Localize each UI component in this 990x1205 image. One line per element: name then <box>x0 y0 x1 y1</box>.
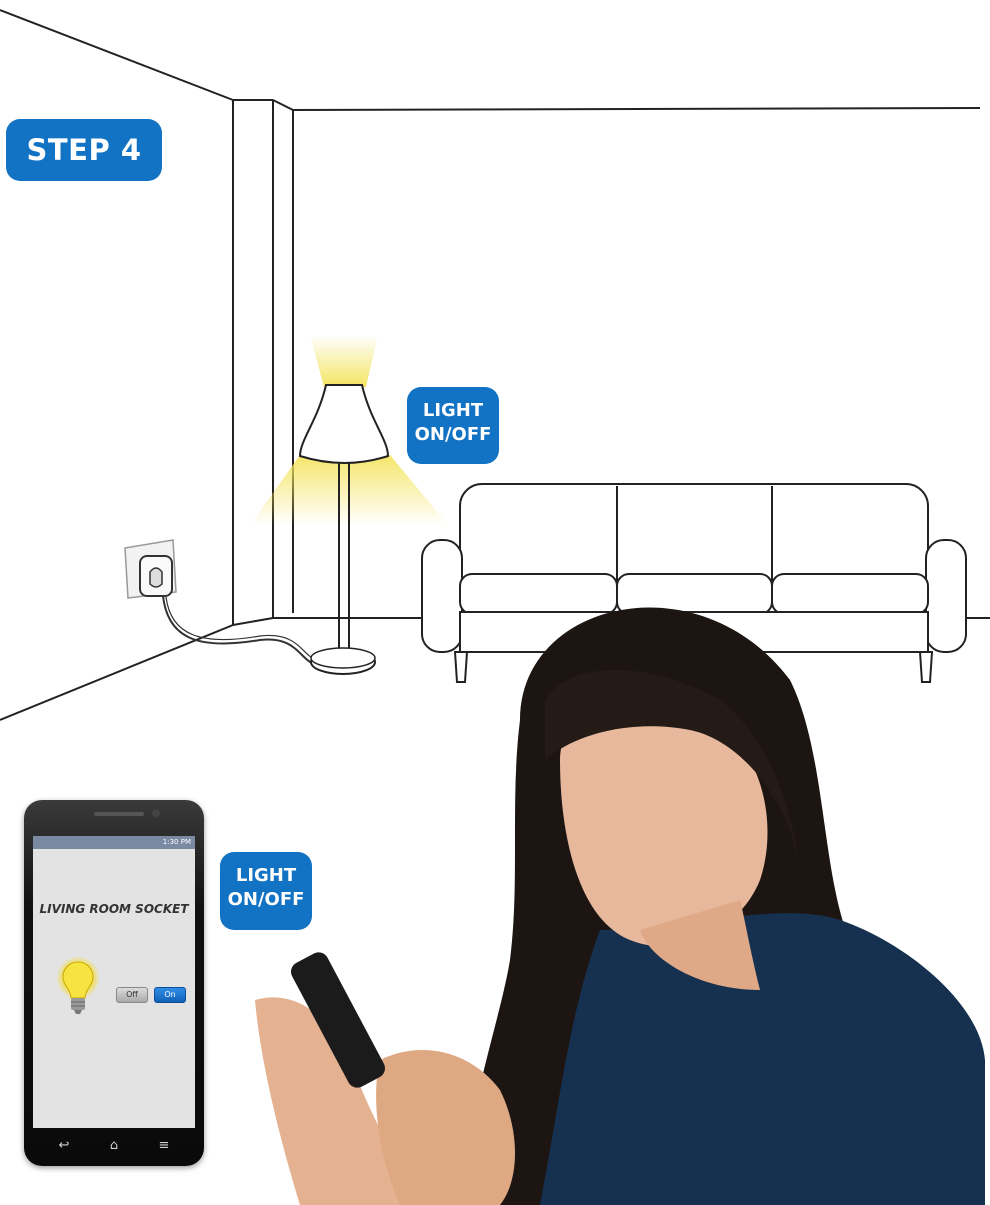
phone-light-onoff-badge: LIGHT ON/OFF <box>220 852 312 930</box>
badge-line-1: LIGHT <box>235 865 297 886</box>
camera-icon <box>152 809 160 817</box>
lamp-light-onoff-badge: LIGHT ON/OFF <box>407 387 499 464</box>
phone-nav-bar: ↩ ⌂ ≡ <box>24 1138 204 1158</box>
socket-title: LIVING ROOM SOCKET <box>39 902 189 916</box>
off-button[interactable]: Off <box>116 987 148 1003</box>
smart-plug <box>124 539 321 666</box>
home-icon[interactable]: ⌂ <box>104 1138 124 1153</box>
menu-icon[interactable]: ≡ <box>154 1138 174 1153</box>
smartphone: 1:30 PM LIVING ROOM SOCKET Off On ↩ ⌂ ≡ <box>24 800 204 1166</box>
badge-line-2: ON/OFF <box>227 889 305 910</box>
floor-lamp <box>250 335 448 675</box>
phone-speaker <box>94 812 144 816</box>
status-bar: 1:30 PM <box>33 836 195 849</box>
phone-screen: 1:30 PM LIVING ROOM SOCKET Off On <box>33 836 195 1128</box>
back-icon[interactable]: ↩ <box>54 1138 74 1153</box>
on-button[interactable]: On <box>154 987 186 1003</box>
woman-with-phone <box>255 607 985 1205</box>
step-badge: STEP 4 <box>6 119 162 181</box>
light-bulb-icon <box>57 956 99 1014</box>
status-time: 1:30 PM <box>162 838 191 846</box>
badge-line-2: ON/OFF <box>414 424 492 445</box>
badge-line-1: LIGHT <box>422 400 484 421</box>
